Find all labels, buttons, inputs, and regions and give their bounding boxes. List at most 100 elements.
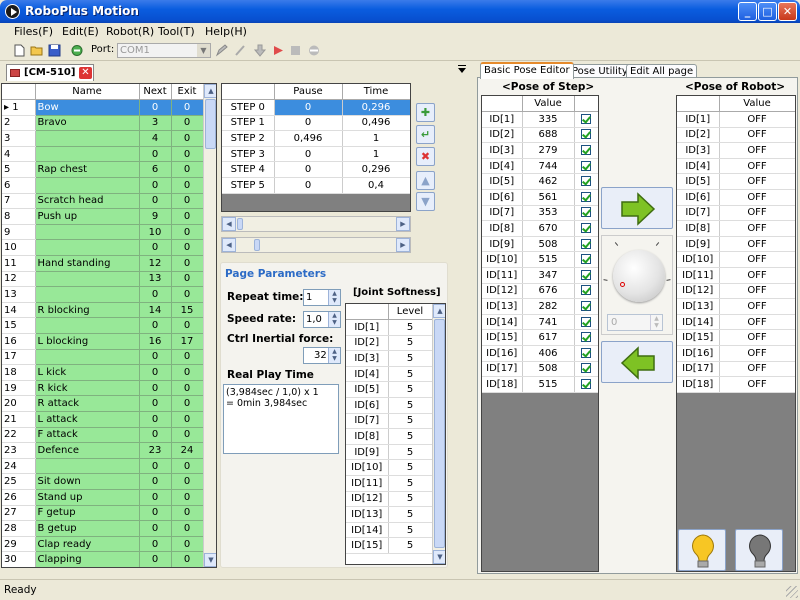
step-pose-row[interactable]: ID[12] 676 <box>482 283 598 300</box>
motion-exit[interactable]: 0 <box>171 427 204 444</box>
motion-name[interactable]: Bravo <box>35 115 140 132</box>
pencil-icon[interactable] <box>215 44 229 57</box>
motion-name[interactable]: R attack <box>35 395 140 412</box>
motion-row[interactable]: 11 Hand standing 12 0 <box>2 255 204 272</box>
scroll-down-icon[interactable]: ▼ <box>433 550 445 564</box>
softness-row[interactable]: ID[5] 5 <box>346 381 433 399</box>
motion-exit[interactable]: 0 <box>171 239 204 257</box>
step-pose-row[interactable]: ID[8] 670 <box>482 220 598 237</box>
softness-level[interactable]: 5 <box>388 475 433 492</box>
motion-exit[interactable]: 0 <box>171 489 204 506</box>
robot-pose-row[interactable]: ID[4] OFF <box>677 158 795 175</box>
motion-exit[interactable]: 0 <box>171 146 204 163</box>
motion-next[interactable]: 12 <box>139 255 172 272</box>
softness-level[interactable]: 5 <box>388 381 433 399</box>
motion-next[interactable]: 3 <box>139 115 172 132</box>
motion-next[interactable]: 0 <box>139 411 172 428</box>
step-pose-value[interactable]: 335 <box>522 111 575 128</box>
motion-exit[interactable]: 0 <box>171 551 204 567</box>
checkbox-checked-icon[interactable] <box>581 238 591 249</box>
step-pose-value[interactable]: 353 <box>522 205 575 222</box>
step-name[interactable]: STEP 4 <box>222 161 275 179</box>
connect-icon[interactable] <box>70 44 84 57</box>
motion-next[interactable]: 0 <box>139 99 172 116</box>
tab-menu-arrow-icon[interactable] <box>458 65 466 73</box>
motion-header-exit[interactable]: Exit <box>171 84 204 101</box>
motion-row[interactable]: 10 0 0 <box>2 239 204 257</box>
motion-row[interactable]: 17 0 0 <box>2 349 204 366</box>
motion-exit[interactable]: 0 <box>171 130 204 147</box>
menu-robot[interactable]: Robot(R) <box>106 25 154 38</box>
motion-exit[interactable]: 0 <box>171 177 204 194</box>
motion-name[interactable] <box>35 286 140 303</box>
step-pose-row[interactable]: ID[1] 335 <box>482 111 598 128</box>
step-name[interactable]: STEP 5 <box>222 177 275 194</box>
softness-row[interactable]: ID[3] 5 <box>346 350 433 367</box>
tab-basic-pose-editor[interactable]: Basic Pose Editor <box>480 62 574 79</box>
softness-row[interactable]: ID[4] 5 <box>346 366 433 383</box>
step-pose-value[interactable]: 508 <box>522 236 575 253</box>
softness-level[interactable]: 5 <box>388 444 433 461</box>
motion-exit[interactable]: 0 <box>171 364 204 381</box>
delete-step-button[interactable]: ✖ <box>416 147 435 166</box>
softness-level[interactable]: 5 <box>388 319 433 336</box>
motion-row[interactable]: 12 13 0 <box>2 271 204 288</box>
motion-row[interactable]: 13 0 0 <box>2 286 204 303</box>
motion-header-next[interactable]: Next <box>139 84 172 101</box>
motion-next[interactable]: 13 <box>139 271 172 288</box>
minimize-button[interactable]: _ <box>738 2 757 21</box>
step-pose-value[interactable]: 508 <box>522 361 575 378</box>
motion-row[interactable]: 29 Clap ready 0 0 <box>2 536 204 553</box>
robot-pose-value[interactable]: OFF <box>719 173 795 191</box>
robot-pose-row[interactable]: ID[2] OFF <box>677 127 795 144</box>
softness-row[interactable]: ID[2] 5 <box>346 335 433 352</box>
scroll-up-icon[interactable]: ▲ <box>204 84 216 98</box>
checkbox-checked-icon[interactable] <box>581 207 591 218</box>
motion-name[interactable]: Sit down <box>35 473 140 490</box>
spinner-icon[interactable]: ▲ ▼ <box>328 312 340 327</box>
step-row[interactable]: STEP 0 0 0,296 <box>222 99 410 116</box>
robot-pose-row[interactable]: ID[11] OFF <box>677 267 795 284</box>
motion-exit[interactable]: 0 <box>171 536 204 553</box>
motion-header-name[interactable]: Name <box>35 84 140 101</box>
tab-cm-510[interactable]: [CM-510] ✕ <box>6 64 94 81</box>
motion-next[interactable]: 16 <box>139 333 172 350</box>
motion-row[interactable]: 4 00 <box>2 146 204 163</box>
step-pose-value[interactable]: 688 <box>522 127 575 144</box>
open-folder-icon[interactable] <box>30 44 44 57</box>
motion-exit[interactable]: 0 <box>171 99 204 116</box>
motion-next[interactable]: 0 <box>139 239 172 257</box>
slider-thumb[interactable] <box>237 218 243 230</box>
motion-name[interactable]: L blocking <box>35 333 140 350</box>
motion-name[interactable]: Defence <box>35 442 140 459</box>
motion-name[interactable]: F getup <box>35 505 140 522</box>
motion-row[interactable]: 8 Push up 9 0 <box>2 208 204 225</box>
softness-row[interactable]: ID[14] 5 <box>346 522 433 539</box>
step-pause[interactable]: 0 <box>274 146 343 163</box>
motion-exit[interactable]: 0 <box>171 224 204 241</box>
step-name[interactable]: STEP 2 <box>222 130 275 147</box>
motion-next[interactable]: 14 <box>139 302 172 319</box>
add-step-button[interactable]: ✚ <box>416 103 435 122</box>
robot-pose-value[interactable]: OFF <box>719 236 795 253</box>
step-pose-value[interactable]: 347 <box>522 267 575 284</box>
step-pose-row[interactable]: ID[11] 347 <box>482 267 598 284</box>
softness-row[interactable]: ID[13] 5 <box>346 506 433 523</box>
step-header-time[interactable]: Time <box>342 84 410 101</box>
motion-row[interactable]: 21 L attack 0 0 <box>2 411 204 428</box>
motion-exit[interactable]: 0 <box>171 286 204 303</box>
robot-pose-value[interactable]: OFF <box>719 111 795 128</box>
motion-next[interactable]: 9 <box>139 208 172 225</box>
robot-pose-value[interactable]: OFF <box>719 189 795 206</box>
torque-on-button[interactable] <box>678 529 726 571</box>
motion-row[interactable]: 7 Scratch head 0 0 <box>2 193 204 210</box>
step-time[interactable]: 0,496 <box>342 115 410 132</box>
checkbox-checked-icon[interactable] <box>581 285 591 296</box>
motion-next[interactable]: 0 <box>139 317 172 334</box>
checkbox-checked-icon[interactable] <box>581 378 591 389</box>
motion-exit[interactable]: 0 <box>171 411 204 428</box>
motion-next[interactable]: 0 <box>139 473 172 490</box>
step-pose-row[interactable]: ID[9] 508 <box>482 236 598 253</box>
motion-name[interactable]: R kick <box>35 380 140 397</box>
motion-row[interactable]: 5 Rap chest 6 0 <box>2 161 204 179</box>
